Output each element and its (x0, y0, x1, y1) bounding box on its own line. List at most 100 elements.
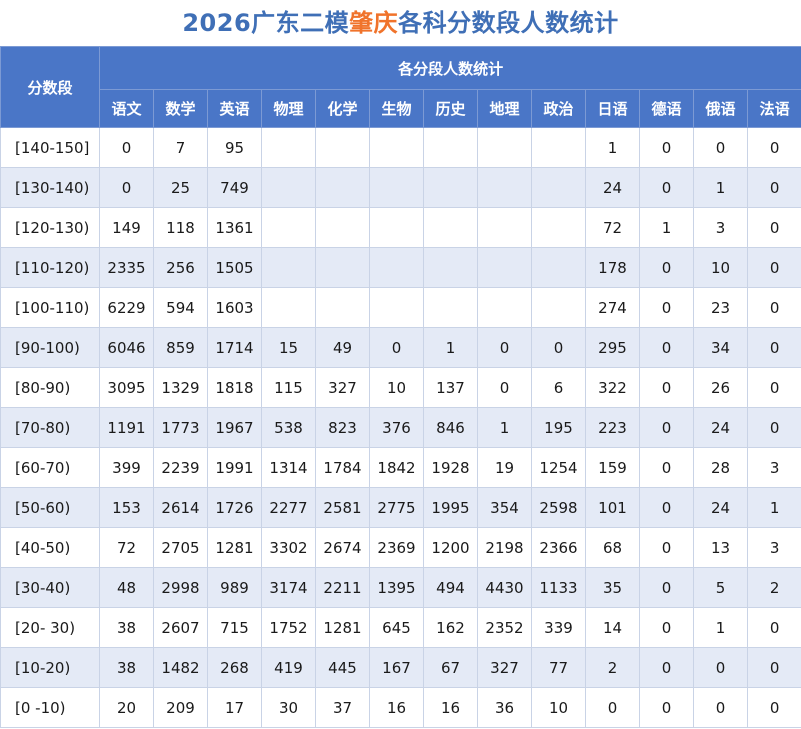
count-cell (369, 127, 424, 168)
score-range-cell: [100-110) (0, 287, 100, 328)
subject-header: 物理 (261, 89, 316, 128)
count-cell: 67 (423, 647, 478, 688)
count-cell (477, 167, 532, 208)
range-column-header: 分数段 (0, 46, 100, 128)
count-cell: 10 (531, 687, 586, 728)
count-cell: 0 (746, 647, 801, 688)
count-cell: 10 (693, 247, 748, 288)
count-cell: 1928 (423, 447, 478, 488)
count-cell: 494 (423, 567, 478, 608)
count-cell: 0 (746, 247, 801, 288)
count-cell: 594 (153, 287, 208, 328)
count-cell: 0 (639, 647, 694, 688)
count-cell: 0 (99, 167, 154, 208)
count-cell: 118 (153, 207, 208, 248)
count-cell: 0 (746, 607, 801, 648)
count-cell: 2 (585, 647, 640, 688)
count-cell (423, 167, 478, 208)
subject-header: 化学 (315, 89, 370, 128)
count-cell: 1 (423, 327, 478, 368)
count-cell: 178 (585, 247, 640, 288)
count-cell: 0 (693, 687, 748, 728)
count-cell: 2607 (153, 607, 208, 648)
subject-header: 德语 (639, 89, 694, 128)
count-cell (369, 247, 424, 288)
table-row: [50-60) 153 2614 1726 2277 2581 2775 1995 354 259… (0, 487, 801, 528)
count-cell: 2366 (531, 527, 586, 568)
count-cell: 399 (99, 447, 154, 488)
table-row: [130-140) 0 25 749 24 0 1 0 (0, 167, 801, 208)
count-cell: 15 (261, 327, 316, 368)
count-cell: 72 (99, 527, 154, 568)
count-cell (369, 167, 424, 208)
score-distribution-table: 分数段 各分段人数统计 语文 数学 英语 物理 化学 生物 历史 地理 政治 日语 德语 俄语 法语 [… (0, 46, 801, 728)
count-cell (531, 247, 586, 288)
count-cell: 419 (261, 647, 316, 688)
title-prefix: 2026广东二模 (182, 9, 350, 37)
title-highlight: 肇庆 (349, 9, 399, 37)
count-cell (261, 127, 316, 168)
count-cell: 5 (693, 567, 748, 608)
subject-header: 俄语 (693, 89, 748, 128)
count-cell: 1133 (531, 567, 586, 608)
subject-header: 数学 (153, 89, 208, 128)
count-cell: 0 (99, 127, 154, 168)
page-title: 2026广东二模肇庆各科分数段人数统计 (0, 0, 801, 46)
count-cell: 989 (207, 567, 262, 608)
table-row: [140-150] 0 7 95 1 0 0 0 (0, 127, 801, 168)
count-cell (477, 247, 532, 288)
count-cell: 0 (639, 287, 694, 328)
count-cell: 7 (153, 127, 208, 168)
count-cell: 1995 (423, 487, 478, 528)
table-row: [30-40) 48 2998 989 3174 2211 1395 494 4430 1133 3… (0, 567, 801, 608)
count-cell: 3095 (99, 367, 154, 408)
score-range-cell: [140-150] (0, 127, 100, 168)
score-range-cell: [130-140) (0, 167, 100, 208)
count-cell: 715 (207, 607, 262, 648)
count-cell (477, 287, 532, 328)
score-range-cell: [50-60) (0, 487, 100, 528)
count-cell: 38 (99, 647, 154, 688)
count-cell: 2277 (261, 487, 316, 528)
score-range-cell: [110-120) (0, 247, 100, 288)
count-cell: 538 (261, 407, 316, 448)
count-cell (315, 167, 370, 208)
count-cell: 77 (531, 647, 586, 688)
count-cell (261, 207, 316, 248)
score-range-cell: [90-100) (0, 327, 100, 368)
count-cell: 26 (693, 367, 748, 408)
count-cell (369, 287, 424, 328)
count-cell: 0 (531, 327, 586, 368)
count-cell: 2998 (153, 567, 208, 608)
count-cell: 2335 (99, 247, 154, 288)
count-cell: 24 (693, 487, 748, 528)
count-cell: 159 (585, 447, 640, 488)
subject-header: 日语 (585, 89, 640, 128)
count-cell: 846 (423, 407, 478, 448)
count-cell: 48 (99, 567, 154, 608)
score-range-cell: [20- 30) (0, 607, 100, 648)
score-range-cell: [0 -10) (0, 687, 100, 728)
count-cell: 1281 (207, 527, 262, 568)
count-cell: 2614 (153, 487, 208, 528)
count-cell: 0 (693, 647, 748, 688)
count-cell: 34 (693, 327, 748, 368)
count-cell: 72 (585, 207, 640, 248)
table-row: [100-110) 6229 594 1603 274 0 23 0 (0, 287, 801, 328)
count-cell: 0 (746, 287, 801, 328)
count-cell: 274 (585, 287, 640, 328)
count-cell: 376 (369, 407, 424, 448)
count-cell: 1 (746, 487, 801, 528)
count-cell: 0 (746, 327, 801, 368)
count-cell: 3 (693, 207, 748, 248)
count-cell: 0 (746, 367, 801, 408)
count-cell: 0 (639, 167, 694, 208)
count-cell: 1752 (261, 607, 316, 648)
count-cell (261, 167, 316, 208)
score-range-cell: [60-70) (0, 447, 100, 488)
count-cell: 0 (639, 407, 694, 448)
count-cell: 1 (477, 407, 532, 448)
count-cell: 0 (369, 327, 424, 368)
count-cell: 645 (369, 607, 424, 648)
count-cell (315, 247, 370, 288)
